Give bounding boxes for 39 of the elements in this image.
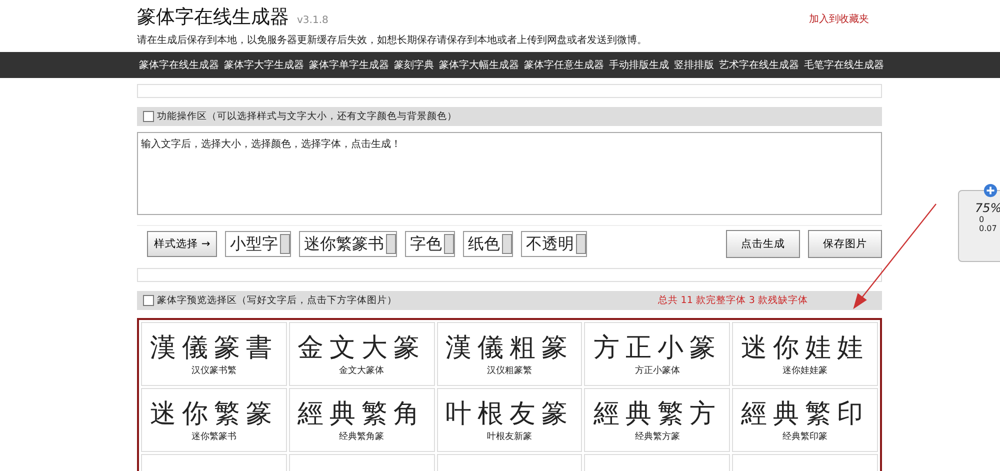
dropdown[interactable]: 迷你繁篆书 [299, 231, 398, 257]
nav-link[interactable]: 竖排排版 [674, 58, 714, 72]
site-title: 篆体字在线生成器 [137, 6, 289, 28]
speed-reading: 0 [979, 215, 986, 224]
nav-link[interactable]: 篆体字在线生成器 [139, 58, 219, 72]
font-option[interactable]: 漢儀粗篆 汉仪粗篆繁 [436, 322, 582, 386]
plus-icon[interactable] [983, 183, 998, 198]
font-option[interactable]: 方正小篆 方正小篆体 [584, 322, 730, 386]
nav-link[interactable]: 篆体字任意生成器 [524, 58, 604, 72]
section-title: 篆体字预览选择区（写好文字后，点击下方字体图片） [157, 294, 397, 307]
dropdown[interactable]: 小型字 [225, 231, 292, 257]
font-option[interactable]: 迷你娃娃 迷你娃娃篆 [732, 322, 878, 386]
nav-link[interactable]: 毛笔字在线生成器 [804, 58, 884, 72]
style-select-button[interactable]: 样式选择 → [147, 231, 218, 257]
nav-link[interactable]: 篆刻字典 [394, 58, 434, 72]
nav-link[interactable]: 篆体字大字生成器 [224, 58, 304, 72]
bookmark-link[interactable]: 加入到收藏夹 [809, 12, 869, 47]
dropdown[interactable]: 纸色 [463, 231, 514, 257]
font-option[interactable]: 經典繁角 经典繁角篆 [288, 388, 435, 452]
font-option[interactable]: 經典繁方 经典繁方篆 [584, 388, 730, 452]
dropdown[interactable]: 不透明 [521, 231, 588, 257]
font-option[interactable]: 金文大篆 金文大篆体 [288, 322, 435, 386]
nav-link[interactable]: 篆体字单字生成器 [309, 58, 389, 72]
font-count-text: 总共 11 款完整字体 3 款残缺字体 [658, 294, 808, 307]
text-input[interactable]: 输入文字后，选择大小，选择颜色，选择字体，点击生成！ [137, 132, 882, 215]
font-option[interactable]: 漢儀篆書 汉仪篆书繁 [141, 322, 287, 386]
speed-reading: 0.07 [979, 224, 998, 233]
action-button[interactable]: 保存图片 [808, 230, 882, 258]
action-button[interactable]: 点击生成 [726, 230, 800, 258]
nav-link[interactable]: 艺术字在线生成器 [719, 58, 799, 72]
notice-text: 请在生成后保存到本地，以免服务器更新缓存后失效，如想长期保存请保存到本地或者上传到网盘或者发送到微博。 [137, 34, 647, 47]
section-title: 功能操作区（可以选择样式与文字大小，还有文字颜色与背景颜色） [157, 110, 457, 123]
font-option[interactable]: 迷你繁篆 迷你繁篆书 [141, 388, 287, 452]
dropdown[interactable]: 字色 [405, 231, 456, 257]
version-label: v3.1.8 [297, 15, 328, 26]
font-option[interactable]: 經典繁印 经典繁印篆 [732, 388, 878, 452]
nav-link[interactable]: 篆体字大幅生成器 [439, 58, 519, 72]
font-option[interactable]: 叶根友篆 叶根友新篆 [436, 388, 582, 452]
nav-link[interactable]: 手动排版生成 [609, 58, 669, 72]
